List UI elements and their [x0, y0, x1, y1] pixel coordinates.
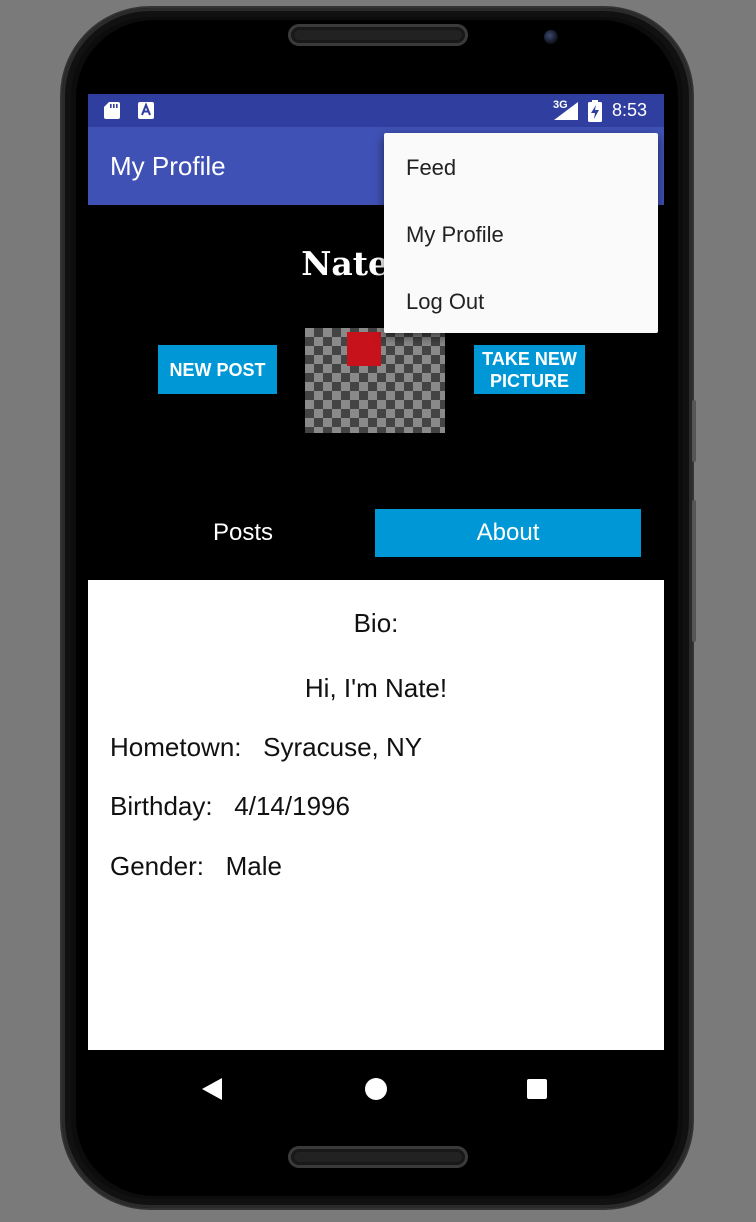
power-button: [692, 400, 696, 462]
back-icon[interactable]: [202, 1078, 222, 1100]
tab-about-label: About: [476, 519, 540, 546]
home-icon[interactable]: [365, 1078, 387, 1100]
picture-marker: [347, 332, 381, 366]
take-picture-label: TAKE NEW PICTURE: [482, 348, 577, 392]
hometown-row: Hometown: Syracuse, NY: [110, 732, 422, 763]
new-post-button[interactable]: NEW POST: [158, 345, 277, 394]
bottom-speaker: [288, 1146, 468, 1168]
gender-value: Male: [225, 851, 282, 881]
tab-about[interactable]: About: [375, 509, 641, 557]
cell-signal-icon: [554, 102, 578, 120]
keyboard-a-icon: [138, 102, 154, 119]
menu-item-feed[interactable]: Feed: [406, 155, 456, 181]
menu-item-log-out[interactable]: Log Out: [406, 289, 484, 315]
app-screen: 3G 8:53 My Profile Nate Cu NEW POST TAKE…: [88, 94, 664, 1120]
menu-item-my-profile[interactable]: My Profile: [406, 222, 504, 248]
bio-text: Hi, I'm Nate!: [304, 673, 448, 703]
navigation-bar: [88, 1050, 664, 1120]
birthday-label: Birthday:: [110, 791, 213, 821]
take-picture-label-line1: TAKE NEW: [482, 348, 577, 369]
about-panel: Bio: Hi, I'm Nate! Hometown: Syracuse, N…: [88, 580, 664, 1050]
top-speaker: [288, 24, 468, 46]
battery-charging-icon: [588, 100, 602, 122]
hometown-label: Hometown:: [110, 732, 242, 762]
front-camera: [544, 30, 558, 44]
page-title: My Profile: [110, 151, 226, 181]
take-picture-label-line2: PICTURE: [489, 370, 569, 391]
tab-posts[interactable]: Posts: [110, 509, 376, 557]
volume-button: [692, 500, 696, 642]
bio-label: Bio:: [353, 608, 399, 638]
new-post-label: NEW POST: [169, 359, 266, 380]
status-bar: 3G 8:53: [88, 94, 664, 127]
tab-posts-label: Posts: [212, 519, 274, 546]
birthday-value: 4/14/1996: [234, 791, 350, 821]
overflow-menu: Feed My Profile Log Out: [384, 133, 658, 333]
recent-apps-icon[interactable]: [527, 1079, 547, 1099]
gender-label: Gender:: [110, 851, 204, 881]
birthday-row: Birthday: 4/14/1996: [110, 791, 350, 822]
gender-row: Gender: Male: [110, 851, 282, 882]
profile-picture: [305, 328, 445, 433]
status-clock: 8:53: [612, 100, 648, 120]
hometown-value: Syracuse, NY: [263, 732, 423, 762]
sd-card-icon: [104, 102, 120, 119]
take-new-picture-button[interactable]: TAKE NEW PICTURE: [474, 345, 585, 394]
